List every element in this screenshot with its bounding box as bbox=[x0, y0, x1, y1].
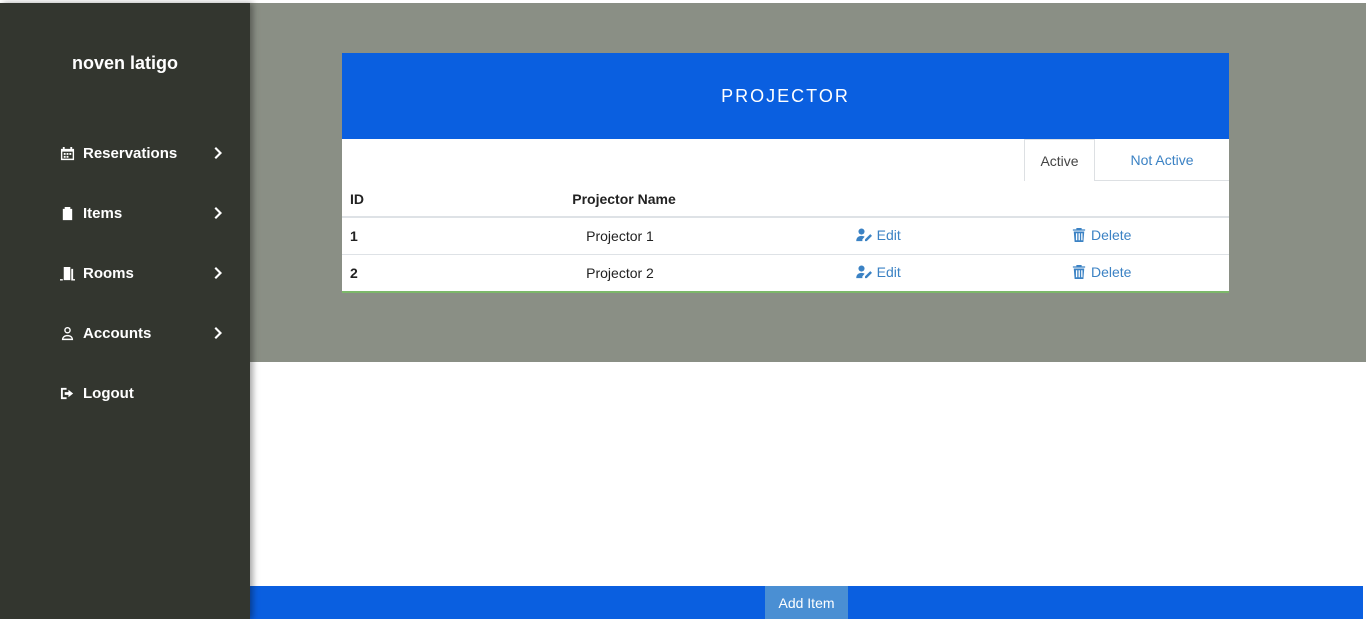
chevron-right-icon bbox=[214, 146, 228, 160]
sidebar: noven latigo Reservations Items Rooms Ac… bbox=[0, 3, 250, 619]
sidebar-item-reservations[interactable]: Reservations bbox=[58, 141, 233, 165]
user-edit-icon bbox=[855, 265, 872, 278]
column-header-edit bbox=[784, 181, 972, 217]
trash-icon bbox=[1072, 227, 1086, 242]
chevron-right-icon bbox=[214, 266, 228, 280]
row-name: Projector 2 bbox=[456, 253, 784, 291]
projector-table: ID Projector Name 1 Projector 1 Edit Del… bbox=[342, 181, 1229, 291]
edit-label: Edit bbox=[876, 226, 901, 243]
column-header-id: ID bbox=[350, 190, 364, 207]
sidebar-item-label: Rooms bbox=[83, 264, 134, 282]
calendar-icon bbox=[58, 144, 76, 162]
sidebar-item-items[interactable]: Items bbox=[58, 201, 233, 225]
sidebar-item-label: Reservations bbox=[83, 144, 178, 162]
tab-active[interactable]: Active bbox=[1024, 139, 1095, 181]
table-row: 1 Projector 1 Edit Delete bbox=[342, 216, 1229, 254]
add-item-button[interactable]: Add Item bbox=[765, 586, 848, 619]
sidebar-item-label: Accounts bbox=[83, 324, 152, 342]
user-icon bbox=[58, 324, 76, 342]
table-row: 2 Projector 2 Edit Delete bbox=[342, 253, 1229, 291]
delete-label: Delete bbox=[1090, 226, 1132, 243]
edit-button[interactable]: Edit bbox=[855, 226, 901, 243]
sidebar-item-logout[interactable]: Logout bbox=[58, 381, 233, 405]
sidebar-item-accounts[interactable]: Accounts bbox=[58, 321, 233, 345]
tab-not-active[interactable]: Not Active bbox=[1095, 139, 1229, 181]
chevron-right-icon bbox=[214, 326, 228, 340]
door-icon bbox=[58, 264, 76, 282]
delete-button[interactable]: Delete bbox=[1070, 227, 1131, 243]
column-header-name: Projector Name bbox=[572, 190, 676, 207]
sidebar-item-rooms[interactable]: Rooms bbox=[58, 261, 233, 285]
sidebar-item-label: Logout bbox=[83, 384, 134, 402]
brand-name: noven latigo bbox=[71, 53, 178, 73]
projector-card: PROJECTOR Active Not Active ID Projector… bbox=[342, 53, 1229, 293]
edit-button[interactable]: Edit bbox=[855, 263, 901, 280]
column-header-delete bbox=[972, 181, 1229, 217]
user-edit-icon bbox=[855, 228, 872, 241]
sidebar-item-label: Items bbox=[83, 204, 123, 222]
row-name: Projector 1 bbox=[456, 216, 784, 254]
delete-label: Delete bbox=[1090, 263, 1132, 280]
row-id: 1 bbox=[342, 216, 456, 254]
edit-label: Edit bbox=[876, 263, 901, 280]
row-id: 2 bbox=[342, 253, 456, 291]
card-title: PROJECTOR bbox=[342, 53, 1229, 139]
status-tabs: Active Not Active bbox=[342, 139, 1229, 181]
trash-icon bbox=[1072, 264, 1086, 279]
table-header-row: ID Projector Name bbox=[342, 181, 1229, 217]
chevron-right-icon bbox=[214, 206, 228, 220]
clipboard-icon bbox=[58, 204, 76, 222]
delete-button[interactable]: Delete bbox=[1070, 264, 1131, 280]
logout-icon bbox=[58, 384, 76, 402]
